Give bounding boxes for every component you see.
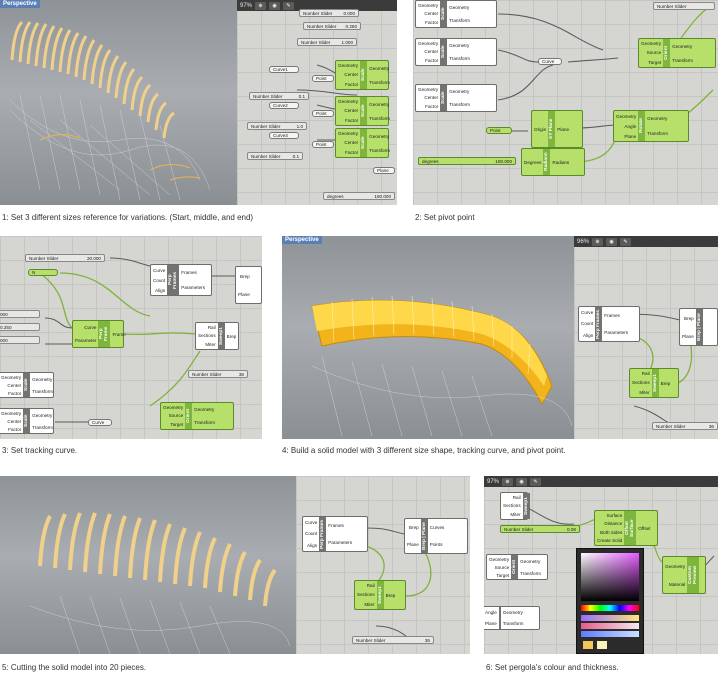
- swatch-row: [581, 615, 639, 621]
- scale-node[interactable]: Geometry Center Factor Scale Geometry Trans…: [0, 372, 54, 398]
- panel-5-canvas[interactable]: Curve Count Align Perp Frames Frames Parame…: [296, 476, 470, 654]
- panel-4-viewport: Perspective: [282, 236, 574, 439]
- scale-node[interactable]: Geometry Center Factor Scale Geometry Trans…: [415, 84, 497, 112]
- wires: [355, 527, 432, 645]
- brep-plane-node[interactable]: Brep Plane Brep | Plane: [679, 308, 718, 346]
- sweep-node[interactable]: Rail Sections Miter Sweep1: [500, 492, 530, 520]
- offset-surface-node[interactable]: Surface Distance Both Sides Create Solid Of…: [594, 510, 658, 546]
- radians-node[interactable]: Degrees Radians Radians: [521, 148, 585, 176]
- curve-param[interactable]: Curve: [88, 419, 112, 426]
- panel-1-viewport: Perspective: [0, 0, 237, 205]
- curve-param[interactable]: Curve: [538, 58, 562, 65]
- colour-picker[interactable]: [576, 548, 644, 654]
- scale-node[interactable]: Geometry Center Factor Scale Geometry Trans…: [0, 408, 54, 434]
- caption-3: 3: Set tracking curve.: [2, 446, 78, 455]
- perp-frames-node[interactable]: Curve Count Align Perp Frames Frames Parame…: [150, 264, 212, 296]
- caption-6: 6: Set pergola's colour and thickness.: [486, 663, 619, 672]
- panel-2-canvas[interactable]: Geometry Center Factor Scale Geometry Trans…: [413, 0, 718, 205]
- number-slider[interactable]: Number Slider 0.08: [500, 525, 580, 533]
- value-field[interactable]: 000: [0, 336, 40, 344]
- point-param[interactable]: Point: [312, 75, 334, 82]
- number-slider[interactable]: Number Slider 0.250: [303, 22, 361, 30]
- orient-node[interactable]: Geometry Source Target Orient Geometry Tran…: [638, 38, 716, 68]
- curve-param[interactable]: Curve1: [269, 66, 299, 73]
- swatch-preview[interactable]: [583, 641, 593, 649]
- orient-node[interactable]: Geometry Source Target Orient Geometry Tran…: [160, 402, 234, 430]
- number-slider[interactable]: Number Slider 20.000: [25, 254, 105, 262]
- brep-plane-node[interactable]: Brep Plane: [235, 266, 262, 304]
- panel-6-canvas[interactable]: 97% ⊕ ◉ ✎ Rail Sections Miter Sweep1 Numbe…: [484, 476, 718, 654]
- point-param[interactable]: Point: [312, 110, 334, 117]
- panel-4-canvas[interactable]: 96% ⊕ ◉ ✎ Curve Count Align Perp Frames Fr…: [574, 236, 718, 439]
- scale-node[interactable]: Geometry Center Factor Scale Geometry Trans…: [335, 128, 390, 158]
- curve-param[interactable]: Curve3: [269, 132, 299, 139]
- scale-node[interactable]: Geometry Center Factor Scale Geometry Trans…: [415, 38, 497, 66]
- swatch-row: [581, 631, 639, 637]
- scale-node[interactable]: Geometry Center Factor Scale Geometry Trans…: [335, 60, 390, 90]
- n-param[interactable]: N: [28, 269, 58, 276]
- number-slider[interactable]: Number Slider 0.000: [299, 9, 359, 17]
- scale-node[interactable]: Geometry Center Factor Scale Geometry Trans…: [335, 96, 390, 126]
- ribs-render: [9, 20, 211, 201]
- number-slider[interactable]: Number Slider 1.0: [247, 122, 307, 130]
- panel-5-viewport: [0, 476, 296, 654]
- rotate-node[interactable]: Angle Plane Geometry Transform: [484, 606, 540, 630]
- point-param[interactable]: Point: [312, 141, 334, 148]
- swatch-preview[interactable]: [597, 641, 607, 649]
- number-slider[interactable]: Number Slider 36: [352, 636, 434, 644]
- number-slider[interactable]: Number Slider 0.1: [249, 92, 309, 100]
- sweep-node[interactable]: Rail Sections Miter Sweep1 Brep: [195, 322, 239, 350]
- orient-node[interactable]: Geometry Source Target Orient Geometry Tran…: [486, 554, 548, 580]
- point-param[interactable]: Point: [486, 127, 512, 134]
- caption-2: 2: Set pivot point: [415, 213, 475, 222]
- rotate-node[interactable]: Geometry Angle Plane Rotate Geometry Transf…: [613, 110, 689, 142]
- curve-param[interactable]: Curve2: [269, 102, 299, 109]
- scale-node[interactable]: Geometry Center Factor Scale Geometry Trans…: [415, 0, 497, 28]
- custom-preview-node[interactable]: Geometry Material Custom Preview: [662, 556, 706, 594]
- number-slider[interactable]: Number Slider 1.000: [297, 38, 357, 46]
- perp-frames-node[interactable]: Curve Count Align Perp Frames Frames Parame…: [578, 306, 640, 342]
- number-slider[interactable]: Number Slider 36: [652, 422, 718, 430]
- plane-param[interactable]: Plane: [373, 167, 395, 174]
- value-field[interactable]: 0.250: [0, 323, 40, 331]
- panel-1-canvas[interactable]: 97% ⊕ ◉ ✎ Number Slider 0.000 Number Slid…: [237, 0, 397, 205]
- sweep-node[interactable]: Rail Sections Miter Sweep1 Brep: [354, 580, 406, 610]
- solid-render: [311, 295, 573, 437]
- perp-frames-node[interactable]: Curve Count Align Perp Frames Frames Parame…: [302, 516, 368, 552]
- caption-4: 4: Build a solid model with 3 different …: [282, 446, 566, 455]
- colour-field[interactable]: [581, 553, 639, 601]
- value-field[interactable]: 000: [0, 310, 40, 318]
- xy-plane-node[interactable]: Origin XY Plane Plane: [531, 110, 583, 148]
- perp-frame-node[interactable]: Curve Parameter Perp Frame Frame: [72, 320, 126, 348]
- ribs-render: [29, 512, 291, 654]
- brep-plane-node[interactable]: Brep Plane Brep | Plane Curves Points: [404, 518, 468, 554]
- hue-strip[interactable]: [581, 605, 639, 611]
- degrees-slider[interactable]: degrees 180.000: [323, 192, 395, 200]
- panel-3-canvas[interactable]: Number Slider 20.000 N Curve Count Align Pe…: [0, 236, 262, 439]
- caption-1: 1: Set 3 different sizes reference for v…: [2, 213, 254, 222]
- caption-5: 5: Cutting the solid model into 20 piece…: [2, 663, 147, 672]
- number-slider[interactable]: Number Slider 0.1: [247, 152, 303, 160]
- swatch-row: [581, 623, 639, 629]
- number-slider[interactable]: Number Slider: [653, 2, 715, 10]
- sweep-node[interactable]: Rail Sections Miter Sweep1 Brep: [629, 368, 679, 398]
- number-slider[interactable]: Number Slider 36: [188, 370, 248, 378]
- degrees-slider[interactable]: degrees 180.000: [418, 157, 516, 165]
